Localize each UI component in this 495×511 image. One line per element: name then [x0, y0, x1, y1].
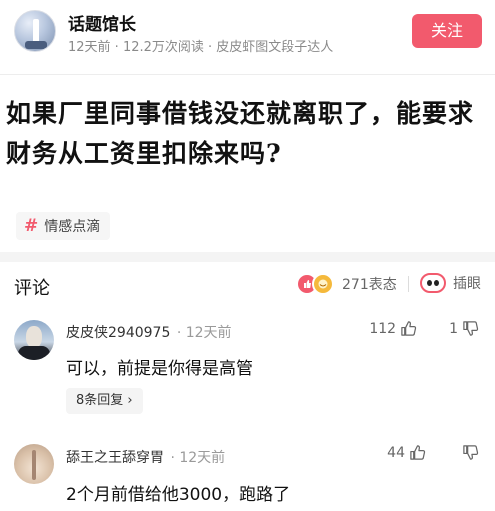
comments-title: 评论 [14, 278, 50, 299]
like-count: 44 [387, 444, 405, 461]
thumb-down-icon [463, 321, 479, 336]
laugh-reaction-icon [312, 273, 334, 295]
commenter-line: 皮皮侠2940975 · 12天前 [66, 322, 232, 342]
topic-tag-label: 情感点滴 [44, 219, 101, 235]
comment-actions: 44 [387, 444, 479, 461]
post-meta: 12天前 · 12.2万次阅读 · 皮皮虾图文段子达人 [68, 40, 334, 55]
commenter-name[interactable]: 皮皮侠2940975 [66, 325, 170, 341]
avatar-suit-shape [18, 346, 50, 360]
comment-actions: 112 1 [369, 320, 479, 337]
thumb-up-icon [410, 445, 426, 460]
thumb-up-icon [401, 321, 417, 336]
post-header: 话题馆长 12天前 · 12.2万次阅读 · 皮皮虾图文段子达人 关注 [0, 0, 495, 66]
hashtag-icon: # [24, 216, 39, 236]
post-title: 如果厂里同事借钱没还就离职了，能要求财务从工资里扣除来吗? [6, 99, 475, 168]
comment-item: 皮皮侠2940975 · 12天前 112 1 可以，前提是你得是高管 8条回复… [0, 318, 495, 418]
like-button[interactable]: 112 [369, 320, 417, 337]
follow-button[interactable]: 关注 [412, 14, 482, 48]
author-name[interactable]: 话题馆长 [68, 10, 136, 35]
divider [0, 74, 495, 75]
reaction-count: 271表态 [342, 277, 397, 293]
comment-item: 舔王之王舔穿胃 · 12天前 44 2个月前借给他3000，跑路了 [0, 444, 495, 511]
comment-header: 评论 271表态 插眼 [0, 262, 495, 306]
avatar-face-shape [26, 326, 42, 348]
like-button[interactable]: 44 [387, 444, 426, 461]
commenter-avatar[interactable] [14, 444, 54, 484]
section-separator [0, 252, 495, 262]
avatar-base-shape [25, 41, 47, 49]
topic-tag[interactable]: # 情感点滴 [16, 212, 111, 240]
sticker-label: 插眼 [453, 276, 481, 292]
commenter-avatar[interactable] [14, 320, 54, 360]
thumb-down-icon [463, 445, 479, 460]
dislike-button[interactable]: 1 [449, 320, 479, 337]
dislike-button[interactable] [458, 444, 479, 461]
view-replies-button[interactable]: 8条回复 › [66, 388, 143, 414]
divider [408, 276, 409, 292]
commenter-line: 舔王之王舔穿胃 · 12天前 [66, 447, 225, 467]
comment-time: · 12天前 [170, 450, 226, 466]
sticker-button[interactable]: 插眼 [420, 273, 481, 293]
comment-text: 可以，前提是你得是高管 [66, 359, 253, 379]
comment-text: 2个月前借给他3000，跑路了 [66, 485, 291, 505]
comment-time: · 12天前 [176, 325, 232, 341]
avatar-shade-shape [32, 450, 36, 480]
commenter-name[interactable]: 舔王之王舔穿胃 [66, 450, 164, 466]
author-avatar[interactable] [14, 10, 56, 52]
like-count: 112 [369, 320, 397, 337]
reactions-button[interactable]: 271表态 [296, 273, 397, 295]
eyes-icon [420, 273, 446, 293]
dislike-count: 1 [449, 320, 458, 337]
